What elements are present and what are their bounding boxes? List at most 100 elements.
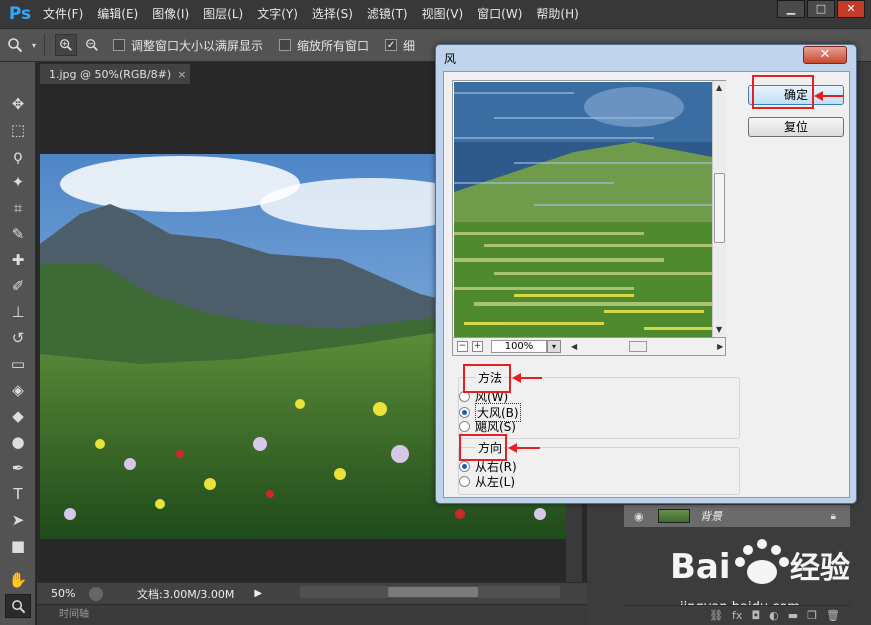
annotation-arrow-direction bbox=[508, 443, 540, 453]
scroll-up-icon[interactable]: ▲ bbox=[716, 83, 722, 92]
radio-stagger-dot[interactable] bbox=[459, 421, 470, 432]
type-tool-icon[interactable]: T bbox=[5, 482, 31, 506]
radio-stagger-label: 飓风(S) bbox=[475, 420, 516, 434]
close-tab-icon[interactable]: × bbox=[177, 68, 186, 81]
radio-from-left-label: 从左(L) bbox=[475, 475, 516, 489]
document-info: 文档:3.00M/3.00M bbox=[137, 587, 235, 601]
dodge-tool-icon[interactable]: ● bbox=[5, 430, 31, 454]
radio-from-left[interactable]: 从左(L) bbox=[447, 473, 515, 490]
lock-icon: 🔒︎ bbox=[830, 510, 836, 522]
menu-filter[interactable]: 滤镜(T) bbox=[360, 0, 415, 28]
annotation-arrow-method bbox=[512, 373, 542, 383]
svg-text:Bai: Bai bbox=[670, 547, 731, 587]
preview-frame: ▲ ▼ bbox=[452, 80, 726, 338]
menu-edit[interactable]: 编辑(E) bbox=[90, 0, 145, 28]
menu-image[interactable]: 图像(I) bbox=[145, 0, 196, 28]
minimize-button[interactable]: ▁ bbox=[777, 0, 805, 18]
eyedropper-icon[interactable]: ✎ bbox=[5, 222, 31, 246]
zoom-tool-icon[interactable] bbox=[4, 34, 26, 56]
resize-windows-label: 调整窗口大小以满屏显示 bbox=[131, 38, 264, 53]
adjustment-icon[interactable]: ◐ bbox=[769, 609, 779, 622]
crop-tool-icon[interactable]: ⌗ bbox=[5, 196, 31, 220]
canvas-horizontal-scrollbar[interactable] bbox=[300, 586, 560, 598]
trash-icon[interactable]: 🗑︎ bbox=[826, 609, 840, 622]
zoom-all-checkbox[interactable] bbox=[279, 39, 292, 51]
new-layer-icon[interactable]: ❐ bbox=[807, 609, 817, 622]
zoom-out-button[interactable]: − bbox=[457, 341, 468, 352]
zoom-dropdown-icon[interactable]: ▾ bbox=[547, 340, 561, 353]
resize-windows-checkbox[interactable] bbox=[113, 39, 125, 51]
link-layers-icon[interactable]: ⛓ bbox=[709, 609, 723, 622]
resize-windows-option[interactable]: 调整窗口大小以满屏显示 bbox=[113, 37, 263, 54]
menu-view[interactable]: 视图(V) bbox=[415, 0, 471, 28]
status-share-icon[interactable] bbox=[89, 586, 103, 601]
path-select-icon[interactable]: ➤ bbox=[5, 508, 31, 532]
menu-layer[interactable]: 图层(L) bbox=[196, 0, 250, 28]
menu-select[interactable]: 选择(S) bbox=[305, 0, 360, 28]
scroll-right-icon[interactable]: ▶ bbox=[717, 342, 723, 351]
hand-tool-icon[interactable]: ✋ bbox=[5, 568, 31, 592]
zoom-level[interactable]: 50% bbox=[51, 587, 89, 600]
scrollbar-thumb[interactable] bbox=[388, 587, 478, 597]
eraser-tool-icon[interactable]: ▭ bbox=[5, 352, 31, 376]
document-tab-title: 1.jpg @ 50%(RGB/8#) bbox=[49, 67, 172, 81]
scroll-down-icon[interactable]: ▼ bbox=[716, 325, 722, 334]
marquee-tool-icon[interactable]: ⬚ bbox=[5, 118, 31, 142]
preview-horizontal-thumb[interactable] bbox=[629, 341, 648, 352]
dialog-close-button[interactable]: ✕ bbox=[803, 46, 847, 64]
maximize-button[interactable]: □ bbox=[807, 0, 835, 18]
document-tab[interactable]: 1.jpg @ 50%(RGB/8#) × bbox=[40, 64, 190, 84]
radio-blast-dot[interactable] bbox=[459, 407, 470, 418]
lasso-tool-icon[interactable]: ϙ bbox=[5, 144, 31, 168]
scrubby-zoom-option[interactable]: ✓ 细 bbox=[385, 37, 415, 54]
close-button[interactable]: ✕ bbox=[837, 0, 865, 18]
zoom-in-icon[interactable] bbox=[55, 34, 77, 56]
stamp-tool-icon[interactable]: ⊥ bbox=[5, 300, 31, 324]
annotation-box-ok bbox=[752, 75, 814, 109]
radio-stagger[interactable]: 飓风(S) bbox=[447, 418, 516, 435]
status-menu-arrow-icon[interactable]: ▶ bbox=[254, 588, 262, 599]
reset-button[interactable]: 复位 bbox=[748, 117, 844, 137]
layers-footer-bar: ⛓ fx ◘ ◐ ▬ ❐ 🗑︎ bbox=[624, 605, 850, 625]
blur-tool-icon[interactable]: ◆ bbox=[5, 404, 31, 428]
menu-type[interactable]: 文字(Y) bbox=[250, 0, 305, 28]
annotation-box-method bbox=[463, 364, 511, 393]
visibility-eye-icon[interactable]: ◉ bbox=[634, 510, 644, 523]
filter-preview[interactable] bbox=[454, 82, 712, 337]
radio-from-left-dot[interactable] bbox=[459, 476, 470, 487]
preview-scroll-thumb[interactable] bbox=[714, 173, 725, 243]
preview-vertical-scrollbar[interactable]: ▲ ▼ bbox=[712, 81, 726, 337]
layer-row[interactable]: ◉ 背景 🔒︎ bbox=[624, 505, 850, 527]
zoom-tool-active-icon[interactable] bbox=[5, 594, 31, 618]
menu-bar: Ps 文件(F) 编辑(E) 图像(I) 图层(L) 文字(Y) 选择(S) 滤… bbox=[0, 0, 871, 28]
zoom-all-label: 缩放所有窗口 bbox=[297, 38, 370, 53]
menu-window[interactable]: 窗口(W) bbox=[470, 0, 529, 28]
mask-icon[interactable]: ◘ bbox=[751, 609, 760, 622]
baidu-watermark-logo: Bai 经验 bbox=[670, 539, 850, 587]
menu-help[interactable]: 帮助(H) bbox=[529, 0, 585, 28]
dropdown-arrow-icon[interactable]: ▾ bbox=[30, 34, 38, 56]
move-tool-icon[interactable]: ✥ bbox=[5, 92, 31, 116]
zoom-out-icon[interactable] bbox=[81, 34, 103, 56]
group-folder-icon[interactable]: ▬ bbox=[788, 609, 798, 622]
pen-tool-icon[interactable]: ✒ bbox=[5, 456, 31, 480]
fx-icon[interactable]: fx bbox=[732, 609, 742, 622]
history-brush-icon[interactable]: ↺ bbox=[5, 326, 31, 350]
scrubby-zoom-checkbox[interactable]: ✓ bbox=[385, 39, 398, 51]
rectangle-tool-icon[interactable]: ■ bbox=[5, 534, 31, 558]
photoshop-logo: Ps bbox=[8, 4, 32, 24]
timeline-panel-tab[interactable]: 时间轴 bbox=[37, 604, 587, 625]
menu-file[interactable]: 文件(F) bbox=[36, 0, 90, 28]
zoom-value[interactable]: 100% bbox=[491, 340, 547, 353]
radio-from-right-dot[interactable] bbox=[459, 461, 470, 472]
brush-tool-icon[interactable]: ✐ bbox=[5, 274, 31, 298]
paint-bucket-icon[interactable]: ◈ bbox=[5, 378, 31, 402]
healing-brush-icon[interactable]: ✚ bbox=[5, 248, 31, 272]
zoom-all-option[interactable]: 缩放所有窗口 bbox=[279, 37, 369, 54]
layer-name[interactable]: 背景 bbox=[700, 508, 722, 524]
svg-text:经验: 经验 bbox=[790, 551, 850, 586]
scroll-left-icon[interactable]: ◀ bbox=[571, 342, 577, 351]
zoom-in-button[interactable]: + bbox=[472, 341, 483, 352]
annotation-box-direction bbox=[459, 434, 507, 461]
magic-wand-icon[interactable]: ✦ bbox=[5, 170, 31, 194]
